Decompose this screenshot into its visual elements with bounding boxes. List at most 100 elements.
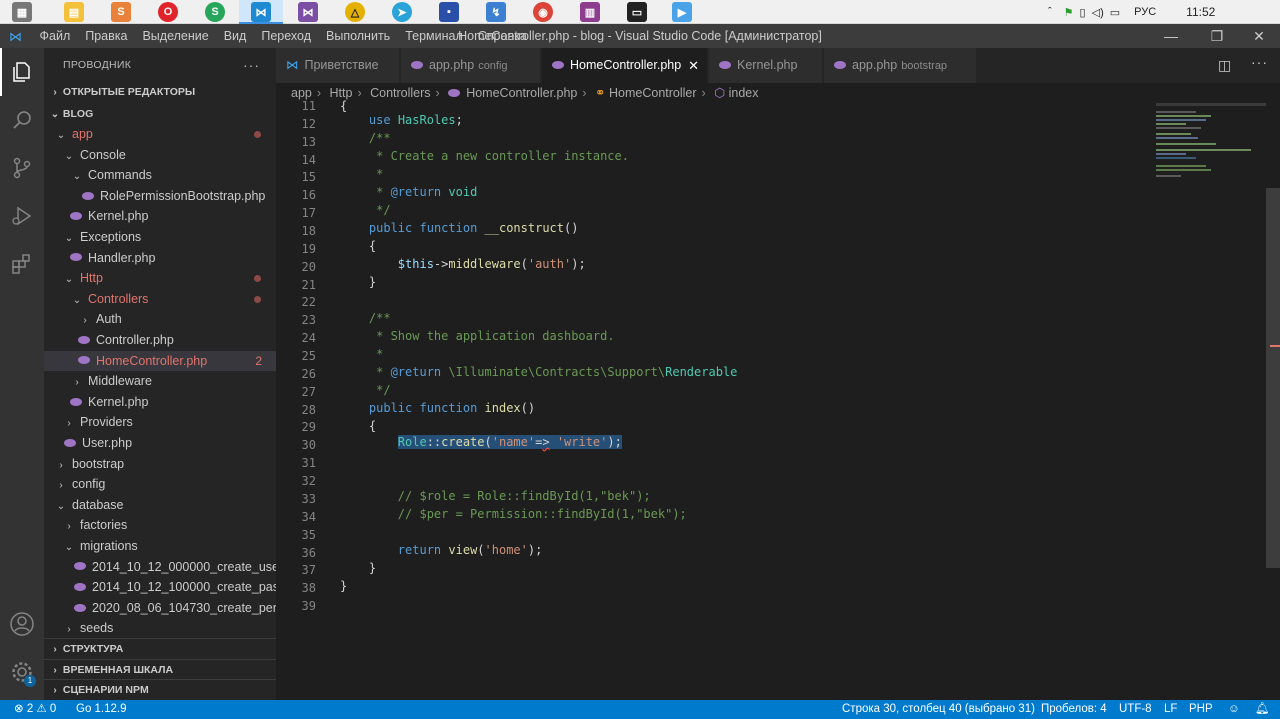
extensions-icon[interactable] xyxy=(0,240,44,288)
code-editor[interactable]: 11 12 13 14 15 16 17 18 19 20 21 22 23 24 25 26 27 28 29 30… xyxy=(276,99,1280,700)
open-editors-section[interactable]: › ОТКРЫТЫЕ РЕДАКТОРЫ xyxy=(44,82,276,103)
problems-indicator[interactable]: ⊗ 2 ⚠ 0 xyxy=(14,700,56,719)
tree-item[interactable]: › Providers xyxy=(44,412,276,433)
maximize-button[interactable]: ❐ xyxy=(1194,24,1240,48)
encoding[interactable]: UTF-8 xyxy=(1119,700,1152,719)
chevron-down-icon: ⌄ xyxy=(64,233,74,244)
search-icon[interactable] xyxy=(0,96,44,144)
menu-go[interactable]: Переход xyxy=(254,29,319,43)
run-debug-icon[interactable] xyxy=(0,192,44,240)
project-section[interactable]: ⌄ BLOG xyxy=(44,104,276,125)
tree-item[interactable]: HomeController.php 2 xyxy=(44,350,276,372)
close-window-button[interactable]: ✕ xyxy=(1236,24,1280,48)
menu-selection[interactable]: Выделение xyxy=(135,29,216,43)
menu-run[interactable]: Выполнить xyxy=(319,29,398,43)
visual-studio-icon[interactable]: ⋈ xyxy=(298,2,318,22)
indentation[interactable]: Пробелов: 4 xyxy=(1041,700,1107,719)
timeline-section[interactable]: › ВРЕМЕННАЯ ШКАЛА xyxy=(44,659,276,680)
minimap[interactable] xyxy=(1156,103,1266,183)
start-app-icon[interactable]: ▦ xyxy=(12,2,32,22)
opera-icon[interactable]: O xyxy=(158,2,178,22)
more-actions-icon[interactable]: ··· xyxy=(243,48,260,83)
skype-s-icon[interactable]: S xyxy=(205,2,225,22)
go-version[interactable]: Go 1.12.9 xyxy=(76,700,127,719)
editor-more-icon[interactable]: ··· xyxy=(1251,54,1268,70)
menu-view[interactable]: Вид xyxy=(216,29,254,43)
tree-item-label: Controller.php xyxy=(96,333,174,347)
tree-item[interactable]: › bootstrap xyxy=(44,454,276,475)
tree-item[interactable]: › config xyxy=(44,474,276,495)
menu-help[interactable]: Справка xyxy=(470,29,534,43)
chevron-right-icon: › xyxy=(59,459,63,471)
end-of-line[interactable]: LF xyxy=(1164,700,1177,719)
telegram-icon[interactable]: ➤ xyxy=(392,2,412,22)
tree-item[interactable]: ⌄ app xyxy=(44,124,276,145)
tree-item[interactable]: › seeds xyxy=(44,618,276,639)
menu-edit[interactable]: Правка xyxy=(78,29,135,43)
tree-item[interactable]: User.php xyxy=(44,433,276,454)
tree-item[interactable]: Handler.php xyxy=(44,248,276,269)
menu-file[interactable]: Файл xyxy=(32,29,78,43)
tree-item[interactable]: ⌄ Console xyxy=(44,145,276,166)
tree-item-label: 2014_10_12_000000_create_user... xyxy=(92,559,276,574)
tray-language[interactable]: РУС xyxy=(1134,6,1156,18)
tree-item[interactable]: Kernel.php xyxy=(44,206,276,227)
status-bar: ⊗ 2 ⚠ 0 Go 1.12.9 Строка 30, столбец 40 … xyxy=(0,700,1280,719)
tab-homecontroller[interactable]: HomeController.php ✕ xyxy=(542,48,708,83)
vertical-scrollbar[interactable] xyxy=(1266,188,1280,568)
tree-item[interactable]: ⌄ migrations xyxy=(44,536,276,557)
tab-kernel[interactable]: Kernel.php xyxy=(709,48,823,83)
split-editor-icon[interactable]: ◫ xyxy=(1218,57,1231,74)
tab-app-config[interactable]: app.php config xyxy=(401,48,541,83)
php-file-icon xyxy=(552,60,564,69)
close-tab-icon[interactable]: ✕ xyxy=(688,48,699,83)
tray-battery-icon[interactable]: ▭ xyxy=(1110,6,1120,19)
settings-gear-icon[interactable]: 1 xyxy=(0,648,44,696)
tab-welcome[interactable]: ⋈ Приветствие xyxy=(276,48,400,83)
menu-terminal[interactable]: Терминал xyxy=(398,29,471,43)
menu-bar: Файл Правка Выделение Вид Переход Выполн… xyxy=(32,24,534,48)
terminal-icon[interactable]: ▭ xyxy=(627,2,647,22)
tree-item[interactable]: 2020_08_06_104730_create_per... xyxy=(44,598,276,619)
tree-item[interactable]: ⌄ Exceptions xyxy=(44,227,276,248)
tree-item[interactable]: › factories xyxy=(44,515,276,536)
tray-clock[interactable]: 11:52 xyxy=(1186,5,1215,19)
tree-item[interactable]: ⌄ database xyxy=(44,495,276,516)
media-player-icon[interactable]: ▶ xyxy=(672,2,692,22)
app-icon[interactable]: △ xyxy=(345,2,365,22)
tree-item[interactable]: 2014_10_12_100000_create_pass... xyxy=(44,577,276,598)
outline-section[interactable]: › СТРУКТУРА xyxy=(44,638,276,659)
tool-icon[interactable]: ↯ xyxy=(486,2,506,22)
tree-item[interactable]: RolePermissionBootstrap.php xyxy=(44,186,276,207)
winrar-icon[interactable]: ▥ xyxy=(580,2,600,22)
chrome-icon[interactable]: ◉ xyxy=(533,2,553,22)
language-mode[interactable]: PHP xyxy=(1189,700,1213,719)
open-editors-label: ОТКРЫТЫЕ РЕДАКТОРЫ xyxy=(62,86,196,98)
save-app-icon[interactable]: ▪ xyxy=(439,2,459,22)
sublime-icon[interactable]: S xyxy=(111,2,131,22)
tree-item[interactable]: Controller.php xyxy=(44,330,276,351)
source-control-icon[interactable] xyxy=(0,144,44,192)
tab-app-bootstrap[interactable]: app.php bootstrap xyxy=(824,48,977,83)
account-icon[interactable] xyxy=(0,600,44,648)
tray-up-icon[interactable]: ˆ xyxy=(1048,6,1052,18)
minimize-button[interactable]: — xyxy=(1148,24,1194,48)
tree-item[interactable]: Kernel.php xyxy=(44,392,276,413)
feedback-icon[interactable]: ☺ xyxy=(1228,700,1240,719)
npm-scripts-section[interactable]: › СЦЕНАРИИ NPM xyxy=(44,679,276,700)
tree-item[interactable]: ⌄ Controllers xyxy=(44,289,276,310)
explorer-icon[interactable] xyxy=(0,48,44,96)
php-file-icon xyxy=(70,212,82,221)
tree-item[interactable]: › Middleware xyxy=(44,371,276,392)
file-explorer-icon[interactable]: ▤ xyxy=(64,2,84,22)
tray-network-icon[interactable]: ▯ xyxy=(1080,6,1086,19)
cursor-position[interactable]: Строка 30, столбец 40 (выбрано 31) xyxy=(842,700,1035,719)
tree-item[interactable]: › Auth xyxy=(44,309,276,330)
tree-item[interactable]: ⌄ Http xyxy=(44,268,276,289)
tree-item[interactable]: ⌄ Commands xyxy=(44,165,276,186)
notifications-bell-icon[interactable]: 🔔︎ xyxy=(1255,700,1270,719)
tree-item[interactable]: 2014_10_12_000000_create_user... xyxy=(44,557,276,578)
vscode-taskbar-icon[interactable]: ⋈ xyxy=(251,2,271,22)
tray-volume-icon[interactable]: ◁) xyxy=(1092,6,1104,19)
tray-flag-icon[interactable]: ⚑ xyxy=(1064,6,1074,19)
